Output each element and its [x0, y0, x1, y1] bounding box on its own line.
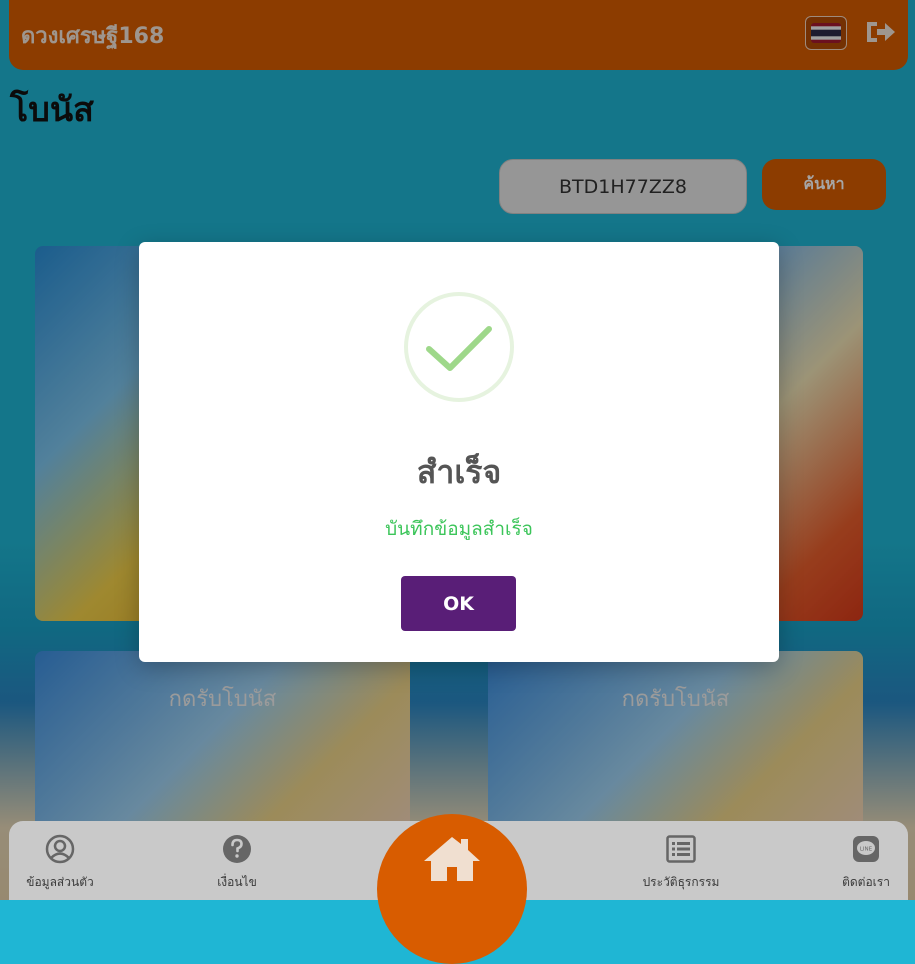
success-check-icon: [403, 291, 515, 403]
dialog-message: บันทึกข้อมูลสำเร็จ: [385, 518, 533, 540]
nav-item-profile[interactable]: ข้อมูลส่วนตัว: [0, 821, 135, 900]
nav-item-terms[interactable]: เงื่อนไข: [162, 821, 312, 900]
home-button[interactable]: [377, 814, 527, 964]
home-icon: [424, 837, 480, 881]
line-chat-icon: LINE: [853, 836, 879, 862]
dialog-title: สำเร็จ: [416, 453, 502, 491]
nav-item-contact[interactable]: LINE ติดต่อเรา: [791, 821, 915, 900]
nav-label: ประวัติธุรกรรม: [642, 875, 720, 889]
user-circle-icon: [45, 834, 75, 864]
question-circle-icon: [223, 835, 251, 863]
nav-label: ข้อมูลส่วนตัว: [26, 875, 94, 889]
nav-label: ติดต่อเรา: [842, 875, 890, 889]
list-icon: [666, 835, 696, 863]
nav-label: เงื่อนไข: [217, 875, 257, 889]
nav-item-history[interactable]: ประวัติธุรกรรม: [606, 821, 756, 900]
ok-button[interactable]: OK: [401, 576, 516, 631]
success-dialog: สำเร็จ บันทึกข้อมูลสำเร็จ OK: [139, 242, 779, 662]
svg-text:LINE: LINE: [860, 847, 873, 853]
